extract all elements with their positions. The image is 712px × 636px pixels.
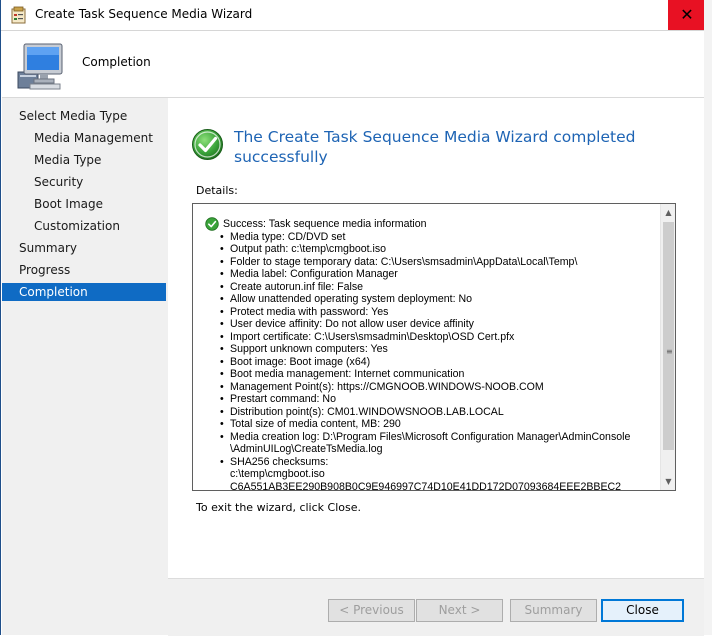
close-window-icon[interactable]: ✕ [668, 0, 706, 30]
success-text: Success: Task sequence media information [223, 218, 427, 230]
details-item: Import certificate: C:\Users\smsadmin\De… [220, 330, 658, 344]
details-list: Media type: CD/DVD setOutput path: c:\te… [203, 230, 658, 491]
success-line: Success: Task sequence media information [203, 217, 658, 231]
previous-button[interactable]: < Previous [328, 599, 415, 622]
details-item-line: Media type: CD/DVD set [230, 230, 346, 243]
details-item-line: SHA256 checksums: [230, 455, 329, 468]
step-customization[interactable]: Customization [2, 217, 166, 235]
details-item-line: Prestart command: No [230, 393, 336, 405]
details-item-line: Support unknown computers: Yes [230, 343, 388, 355]
details-item: Media label: Configuration Manager [220, 268, 658, 281]
close-button[interactable]: Close [601, 599, 684, 622]
details-item: Protect media with password: Yes [220, 305, 658, 319]
details-item: Allow unattended operating system deploy… [220, 293, 658, 306]
details-item: Media creation log: D:\Program Files\Mic… [220, 430, 658, 456]
details-item-line: Protect media with password: Yes [230, 305, 389, 318]
details-item-line: Distribution point(s): CM01.WINDOWSNOOB.… [230, 405, 504, 418]
details-item: Support unknown computers: Yes [220, 343, 658, 356]
step-completion[interactable]: Completion [2, 283, 166, 301]
step-summary[interactable]: Summary [2, 239, 166, 257]
step-progress[interactable]: Progress [2, 261, 166, 279]
step-label: Customization [34, 219, 120, 233]
completion-heading-line2: successfully [234, 148, 328, 166]
step-label: Media Management [34, 131, 153, 145]
background-strip [704, 0, 712, 635]
details-item-line: Total size of media content, MB: 290 [230, 418, 401, 430]
details-item-line: Boot image: Boot image (x64) [230, 355, 371, 368]
scrollbar-thumb[interactable]: ≡ [663, 222, 674, 450]
exit-instruction: To exit the wizard, click Close. [196, 501, 361, 514]
scroll-down-arrow-icon[interactable]: ▼ [661, 473, 675, 490]
details-item: Distribution point(s): CM01.WINDOWSNOOB.… [220, 405, 658, 419]
details-item: Output path: c:\temp\cmgboot.iso [220, 243, 658, 256]
window-title: Create Task Sequence Media Wizard [35, 7, 253, 21]
wizard-step-list: Select Media Type Media Management Media… [2, 98, 168, 635]
step-label: Security [34, 175, 84, 189]
details-item-line: c:\temp\cmgboot.iso [230, 468, 325, 480]
details-textbox[interactable]: Success: Task sequence media information… [192, 203, 676, 491]
success-check-icon [192, 129, 223, 160]
details-item-line: Media label: Configuration Manager [230, 268, 398, 280]
details-item: Total size of media content, MB: 290 [220, 418, 658, 431]
details-item-line: \AdminUILog\CreateTsMedia.log [230, 443, 383, 455]
details-item: Management Point(s): https://CMGNOOB.WIN… [220, 380, 658, 394]
next-button[interactable]: Next > [416, 599, 503, 622]
step-label: Select Media Type [19, 109, 128, 123]
wizard-window: Create Task Sequence Media Wizard Comple… [0, 0, 705, 636]
details-item: Boot image: Boot image (x64) [220, 355, 658, 369]
details-item-line: Management Point(s): https://CMGNOOB.WIN… [230, 380, 544, 393]
details-item-line: Import certificate: C:\Users\smsadmin\De… [230, 330, 515, 343]
page-header: Completion [2, 31, 704, 98]
details-item: Prestart command: No [220, 393, 658, 406]
step-security[interactable]: Security [2, 173, 166, 191]
completion-heading: The Create Task Sequence Media Wizard co… [234, 127, 654, 167]
grip-icon: ≡ [666, 347, 673, 356]
step-media-management[interactable]: Media Management [2, 129, 166, 147]
details-item: User device affinity: Do not allow user … [220, 318, 658, 331]
details-item-line: Output path: c:\temp\cmgboot.iso [230, 243, 387, 255]
completion-heading-line1: The Create Task Sequence Media Wizard co… [234, 128, 636, 146]
details-item-line: User device affinity: Do not allow user … [230, 318, 474, 330]
step-label: Progress [19, 263, 71, 277]
details-scrollbar[interactable]: ▲ ≡ ▼ [660, 204, 675, 490]
step-label: Completion [19, 285, 88, 299]
details-item: Boot media management: Internet communic… [220, 368, 658, 381]
details-item: SHA256 checksums:c:\temp\cmgboot.isoC6A5… [220, 455, 658, 491]
title-bar: Create Task Sequence Media Wizard [1, 0, 705, 31]
details-item-line: Boot media management: Internet communic… [230, 368, 465, 380]
details-item: Folder to stage temporary data: C:\Users… [220, 255, 658, 269]
details-content: Success: Task sequence media information… [203, 217, 658, 491]
details-item-line: Allow unattended operating system deploy… [230, 293, 473, 305]
step-boot-image[interactable]: Boot Image [2, 195, 166, 213]
step-label: Boot Image [34, 197, 104, 211]
summary-button[interactable]: Summary [510, 599, 597, 622]
details-label: Details: [196, 184, 238, 197]
wizard-app-icon [11, 6, 26, 24]
step-label: Summary [19, 241, 77, 255]
details-item-line: C6A551AB3EE290B908B0C9E946997C74D10E41DD… [230, 480, 622, 491]
details-item: Media type: CD/DVD set [220, 230, 658, 244]
details-item: Create autorun.inf file: False [220, 280, 658, 294]
page-title: Completion [82, 55, 151, 69]
computer-icon [17, 43, 63, 90]
success-small-icon [205, 217, 219, 231]
step-select-media-type[interactable]: Select Media Type [2, 107, 166, 125]
details-item-line: Folder to stage temporary data: C:\Users… [230, 255, 578, 268]
step-label: Media Type [34, 153, 102, 167]
details-item-line: Media creation log: D:\Program Files\Mic… [230, 430, 631, 443]
step-media-type[interactable]: Media Type [2, 151, 166, 169]
scroll-up-arrow-icon[interactable]: ▲ [661, 204, 675, 221]
details-item-line: Create autorun.inf file: False [230, 280, 364, 293]
